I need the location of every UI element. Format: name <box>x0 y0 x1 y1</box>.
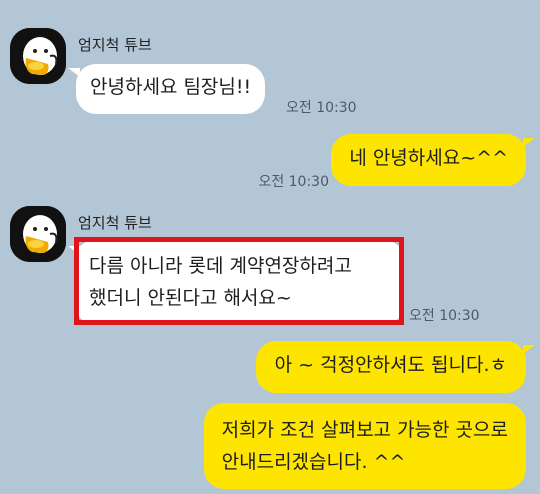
chat-room[interactable]: 엄지척 튜브 안녕하세요 팀장님!! 오전 10:30 네 안녕하세요~^^ 오… <box>0 0 540 494</box>
tube-character-icon <box>10 206 66 262</box>
red-highlight-box <box>74 237 404 325</box>
message-bubble[interactable]: 저희가 조건 살펴보고 가능한 곳으로 안내드리겠습니다. ^^ <box>203 403 526 489</box>
message-bubble[interactable]: 네 안녕하세요~^^ <box>331 134 526 186</box>
message-time: 오전 10:30 <box>258 174 329 190</box>
message-time: 오전 10:30 <box>409 308 480 324</box>
bubble-tail <box>523 138 535 147</box>
bubble-tail <box>523 345 535 354</box>
sender-name: 엄지척 튜브 <box>78 214 152 232</box>
message-line: 저희가 조건 살펴보고 가능한 곳으로 <box>221 419 508 441</box>
tube-character-icon <box>10 28 66 84</box>
message-time: 오전 10:30 <box>286 100 357 116</box>
sender-avatar[interactable] <box>10 206 66 262</box>
message-line: 안내드리겠습니다. ^^ <box>221 451 406 473</box>
message-bubble[interactable]: 아 ~ 걱정안하셔도 됩니다.ㅎ <box>255 341 526 393</box>
sender-avatar[interactable] <box>10 28 66 84</box>
sender-name: 엄지척 튜브 <box>78 36 152 54</box>
message-bubble[interactable]: 안녕하세요 팀장님!! <box>76 64 266 114</box>
